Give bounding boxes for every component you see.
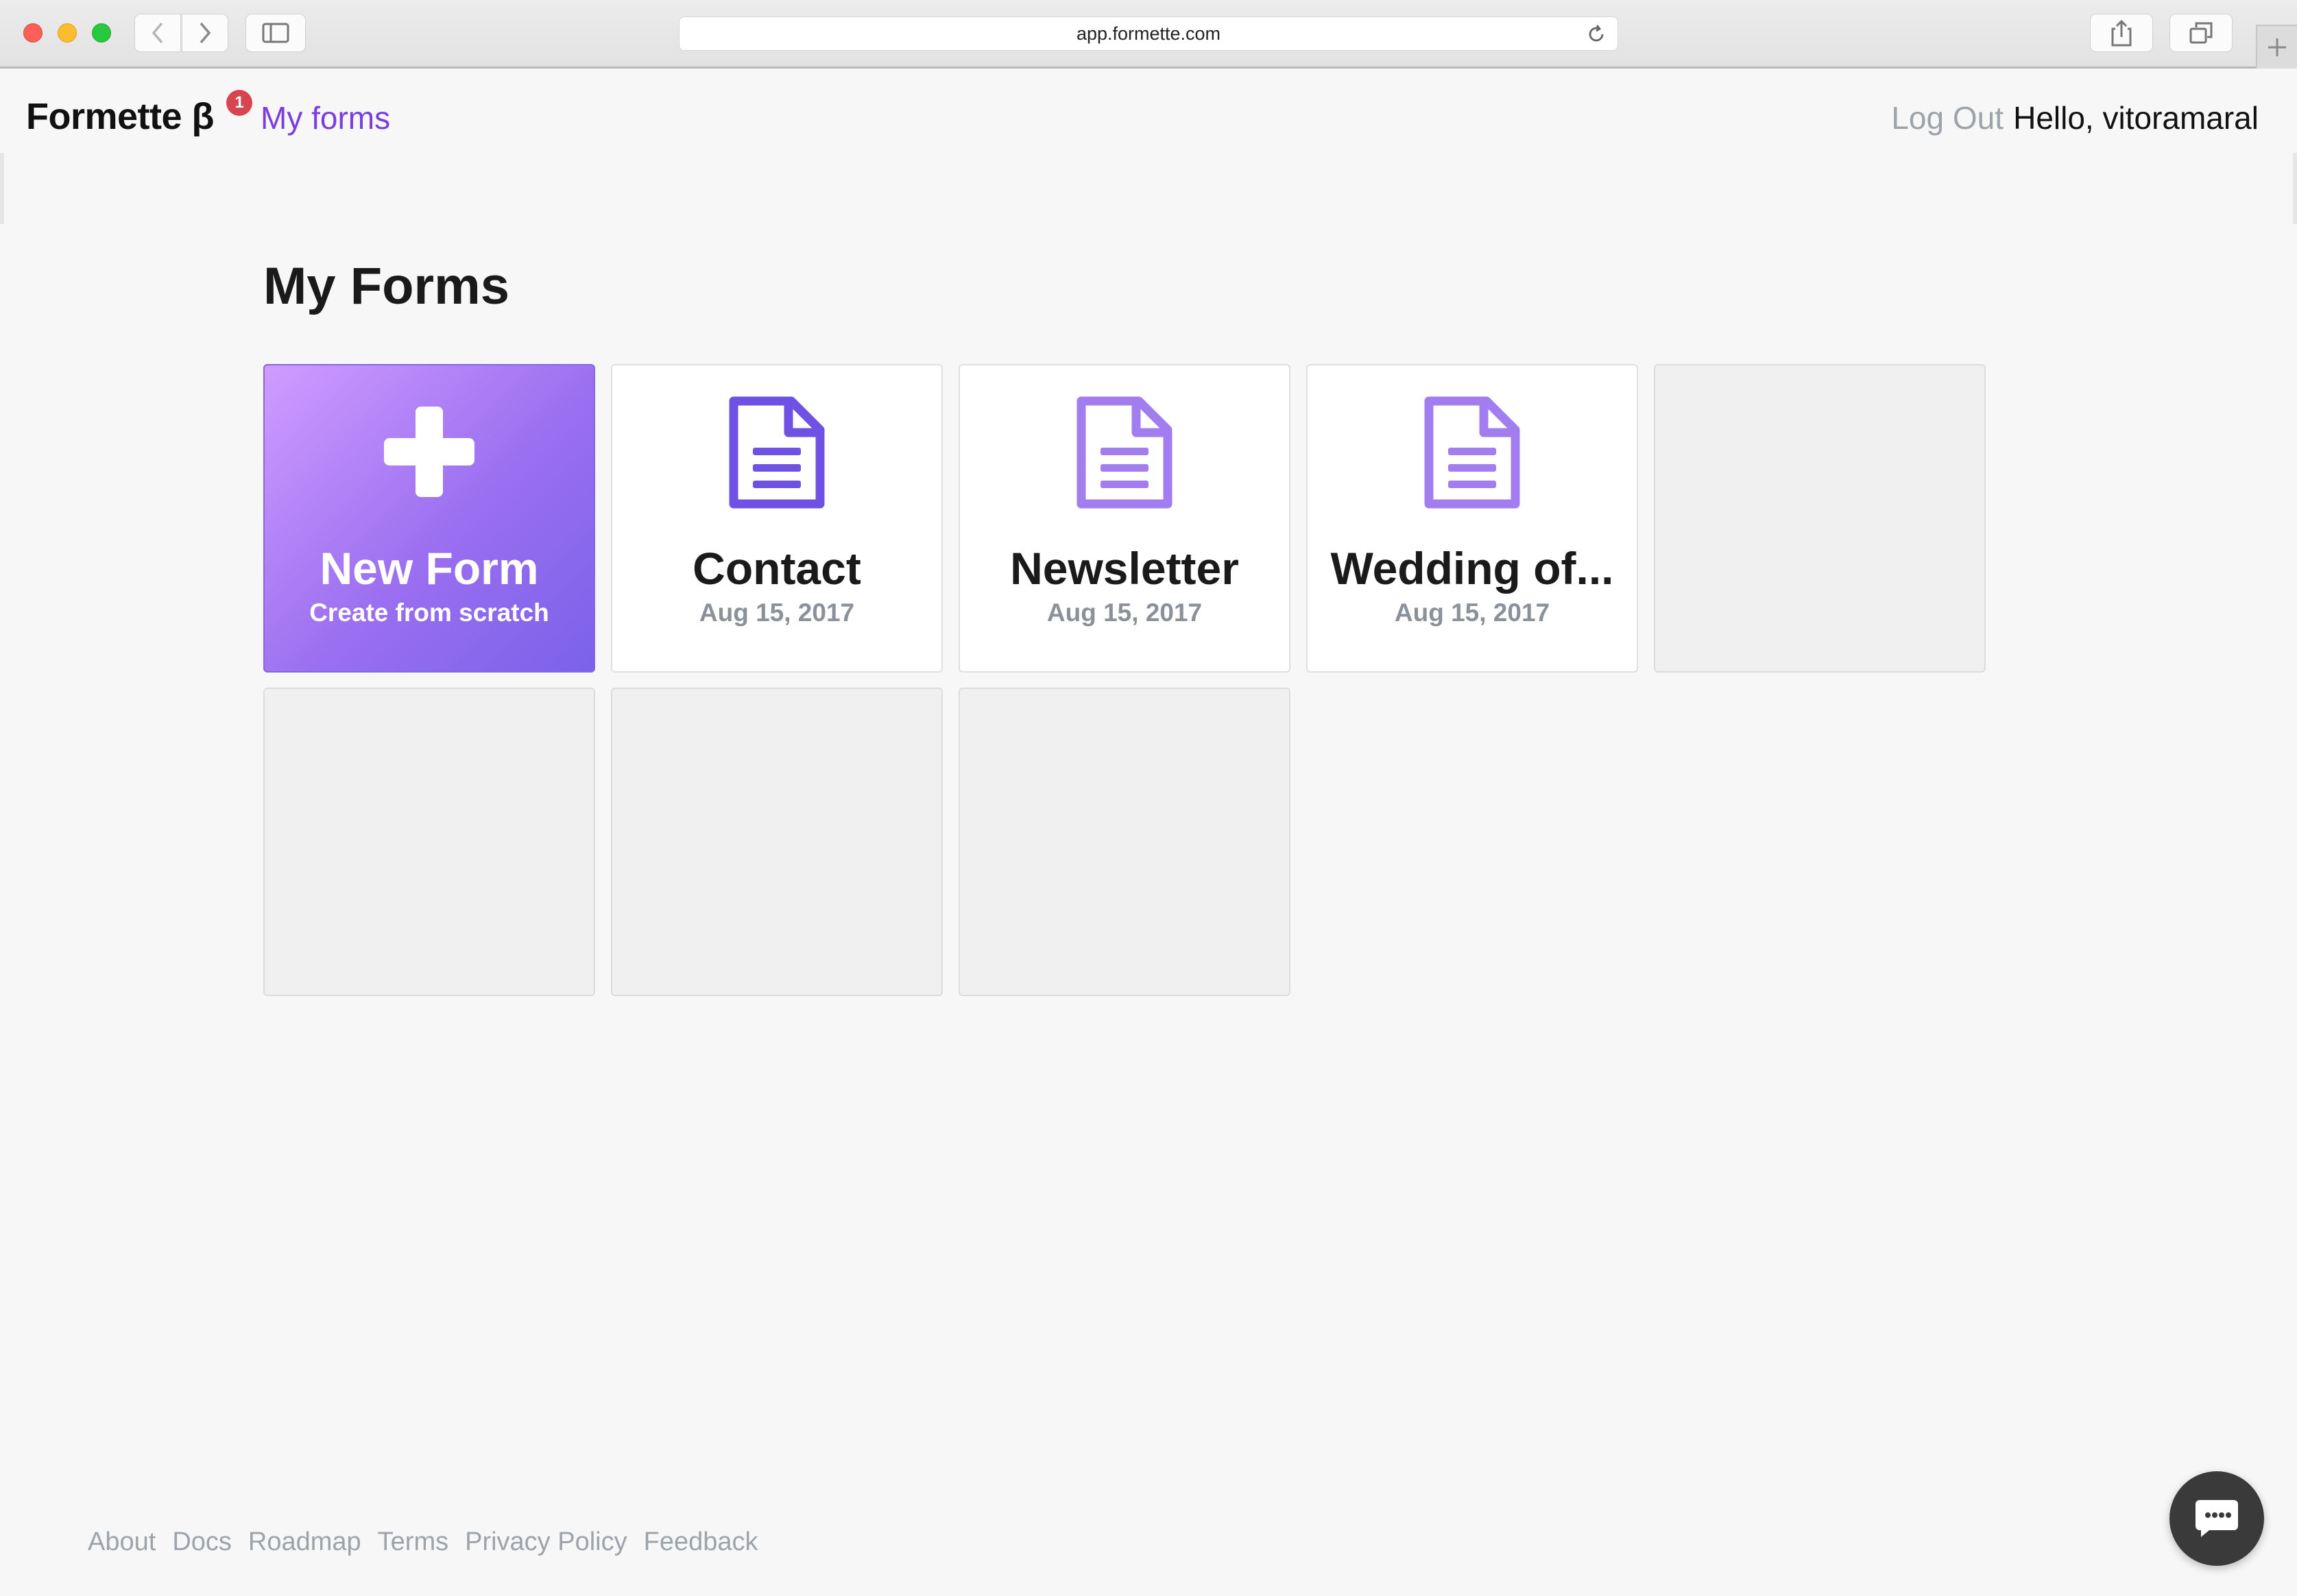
reload-icon[interactable] xyxy=(1586,24,1607,49)
document-icon xyxy=(1424,396,1520,509)
form-card[interactable]: Newsletter Aug 15, 2017 xyxy=(959,364,1290,673)
footer-link-about[interactable]: About xyxy=(88,1527,156,1557)
page-title: My Forms xyxy=(263,257,509,315)
nav-my-forms-link[interactable]: My forms xyxy=(261,99,390,136)
show-tabs-button[interactable] xyxy=(2169,14,2233,52)
footer-link-roadmap[interactable]: Roadmap xyxy=(248,1527,361,1557)
user-greeting: Hello, vitoramaral xyxy=(2013,100,2259,136)
form-date: Aug 15, 2017 xyxy=(1394,598,1550,627)
share-button[interactable] xyxy=(2090,14,2153,52)
plus-icon xyxy=(384,407,474,497)
share-icon xyxy=(2111,19,2132,47)
chat-button[interactable] xyxy=(2169,1471,2264,1566)
empty-form-slot xyxy=(1654,364,1986,673)
sidebar-icon xyxy=(262,23,289,43)
form-date: Aug 15, 2017 xyxy=(699,598,855,627)
empty-form-slot xyxy=(263,688,595,996)
footer-link-privacy[interactable]: Privacy Policy xyxy=(465,1527,627,1557)
form-card[interactable]: Contact Aug 15, 2017 xyxy=(611,364,943,673)
plus-icon xyxy=(2268,38,2286,56)
new-form-subtitle: Create from scratch xyxy=(309,598,549,627)
notification-badge[interactable]: 1 xyxy=(226,90,252,116)
brand-logo[interactable]: Formette β xyxy=(26,95,215,138)
zoom-window-button[interactable] xyxy=(92,23,111,43)
empty-form-slot xyxy=(959,688,1290,996)
tabs-icon xyxy=(2189,22,2213,44)
forward-button[interactable] xyxy=(182,14,228,52)
logout-link[interactable]: Log Out xyxy=(1891,99,2004,136)
address-bar[interactable]: app.formette.com xyxy=(679,16,1618,51)
document-icon xyxy=(1077,396,1172,509)
browser-toolbar: app.formette.com xyxy=(0,0,2297,69)
footer-link-terms[interactable]: Terms xyxy=(378,1527,448,1557)
back-button[interactable] xyxy=(134,14,181,52)
chat-icon xyxy=(2196,1500,2238,1537)
chevron-right-icon xyxy=(200,22,211,44)
form-title: Wedding of... xyxy=(1330,543,1614,594)
footer-links: About Docs Roadmap Terms Privacy Policy … xyxy=(88,1527,758,1557)
chevron-left-icon xyxy=(152,22,163,44)
form-card[interactable]: Wedding of... Aug 15, 2017 xyxy=(1306,364,1638,673)
new-tab-button[interactable] xyxy=(2256,25,2297,69)
sidebar-toggle-button[interactable] xyxy=(245,14,306,52)
app-header: Formette β 1 My forms Log Out Hello, vit… xyxy=(0,71,2297,153)
new-form-card[interactable]: New Form Create from scratch xyxy=(263,364,595,673)
content-edge xyxy=(0,153,4,224)
content-edge xyxy=(2293,153,2297,224)
minimize-window-button[interactable] xyxy=(58,23,77,43)
empty-form-slot xyxy=(611,688,943,996)
footer-link-feedback[interactable]: Feedback xyxy=(644,1527,758,1557)
form-title: Contact xyxy=(693,543,861,594)
footer-link-docs[interactable]: Docs xyxy=(172,1527,232,1557)
url-text: app.formette.com xyxy=(1076,23,1221,44)
close-window-button[interactable] xyxy=(23,23,43,43)
document-icon xyxy=(729,396,825,509)
form-title: Newsletter xyxy=(1010,543,1239,594)
form-date: Aug 15, 2017 xyxy=(1046,598,1203,627)
new-form-title: New Form xyxy=(320,543,539,594)
